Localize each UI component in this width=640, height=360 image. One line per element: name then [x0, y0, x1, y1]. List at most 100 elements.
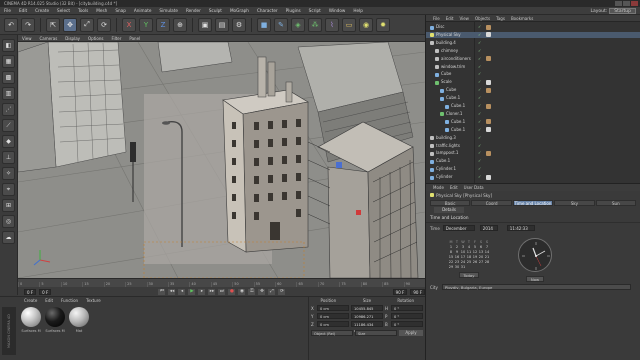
- end-frame-field[interactable]: 90 F: [392, 288, 408, 295]
- tab-sun[interactable]: Sun: [595, 199, 637, 206]
- timeline-ruler[interactable]: 0 5 10 15 20 25 30 35 40 45 50 55 60 65 70 75 80 85 90: [18, 278, 425, 287]
- menu-item-render[interactable]: Render: [182, 8, 205, 13]
- menu-item-simulate[interactable]: Simulate: [155, 8, 182, 13]
- menu-item-mograph[interactable]: MoGraph: [226, 8, 253, 13]
- array-icon[interactable]: ⁂: [308, 17, 322, 32]
- visibility-check-icon[interactable]: ✓: [478, 48, 481, 55]
- solo-icon[interactable]: ◎: [2, 215, 15, 228]
- layout-dropdown[interactable]: Startup: [609, 8, 636, 14]
- rotation-h-field[interactable]: 0 °: [391, 305, 423, 311]
- object-row[interactable]: building.4 ✓: [426, 40, 640, 47]
- object-row[interactable]: lamppost.1 ✓: [426, 150, 640, 157]
- menu-item-help[interactable]: Help: [349, 8, 367, 13]
- model-mode-icon[interactable]: ▦: [2, 55, 15, 68]
- render-view-icon[interactable]: ▣: [198, 17, 212, 32]
- visibility-check-icon[interactable]: ✓: [478, 150, 481, 157]
- menu-item-file[interactable]: File: [0, 8, 15, 13]
- viewport-menu-panel[interactable]: Panel: [125, 36, 144, 41]
- attribute-menu-edit[interactable]: Edit: [447, 185, 461, 190]
- visibility-check-icon[interactable]: ✓: [478, 166, 481, 173]
- size-mode-dropdown[interactable]: Size: [355, 330, 397, 336]
- material-tag-icon[interactable]: [486, 79, 491, 85]
- previous-key-icon[interactable]: ◂◂: [168, 288, 176, 295]
- material-tag-icon[interactable]: [486, 150, 491, 156]
- move-tool-icon[interactable]: ✥: [63, 17, 77, 32]
- object-row[interactable]: traffic.lights ✓: [426, 143, 640, 150]
- visibility-check-icon[interactable]: ✓: [478, 95, 481, 102]
- object-row[interactable]: building.3 ✓: [426, 135, 640, 142]
- menu-item-sculpt[interactable]: Sculpt: [205, 8, 226, 13]
- size-z-field[interactable]: 11186.434 cm: [351, 321, 383, 333]
- maximize-button[interactable]: [623, 1, 630, 6]
- minimize-button[interactable]: [615, 1, 622, 6]
- viewport-menu-display[interactable]: Display: [61, 36, 84, 41]
- rotate-tool-icon[interactable]: ⟳: [97, 17, 111, 32]
- position-key-icon[interactable]: ✥: [258, 288, 266, 295]
- sculpt-icon[interactable]: ☁: [2, 231, 15, 244]
- object-menu-file[interactable]: File: [430, 16, 443, 21]
- menu-item-animate[interactable]: Animate: [130, 8, 156, 13]
- position-x-field[interactable]: 0 cm: [317, 305, 349, 311]
- tab-details[interactable]: Details: [434, 206, 464, 213]
- coord-mode-dropdown[interactable]: Object (Rel): [311, 330, 353, 336]
- undo-icon[interactable]: ↶: [4, 17, 18, 32]
- visibility-check-icon[interactable]: ✓: [478, 40, 481, 47]
- menu-item-plugins[interactable]: Plugins: [282, 8, 305, 13]
- workplane-lock-icon[interactable]: ⊞: [2, 199, 15, 212]
- visibility-check-icon[interactable]: ✓: [478, 56, 481, 63]
- object-row[interactable]: Physical Sky ✓: [426, 31, 640, 39]
- object-row[interactable]: Cube ✓: [426, 87, 640, 94]
- snapping-icon[interactable]: ⌖: [2, 183, 15, 196]
- rotation-p-field[interactable]: 0 °: [391, 313, 423, 319]
- live-selection-icon[interactable]: ⇱: [46, 17, 60, 32]
- tab-sky[interactable]: Sky: [554, 199, 595, 206]
- nurbs-icon[interactable]: ◈: [291, 17, 305, 32]
- menu-item-script[interactable]: Script: [305, 8, 325, 13]
- object-row[interactable]: Cube.1 ✓: [426, 119, 640, 126]
- object-row[interactable]: airconditioners ✓: [426, 56, 640, 63]
- viewport-menu-options[interactable]: Options: [84, 36, 107, 41]
- material-menu-edit[interactable]: Edit: [41, 298, 57, 303]
- object-row[interactable]: Cylinder.1 ✓: [426, 166, 640, 173]
- object-row[interactable]: window.trim ✓: [426, 64, 640, 71]
- month-dropdown[interactable]: December: [442, 225, 475, 231]
- edges-mode-icon[interactable]: ⟋: [2, 119, 15, 132]
- next-frame-icon[interactable]: ▸: [198, 288, 206, 295]
- attribute-menu-mode[interactable]: Mode: [430, 185, 447, 190]
- light-icon[interactable]: ✹: [376, 17, 390, 32]
- menu-item-edit[interactable]: Edit: [15, 8, 31, 13]
- workplane-icon[interactable]: ▥: [2, 87, 15, 100]
- cube-primitive-icon[interactable]: ■: [257, 17, 271, 32]
- visibility-check-icon[interactable]: ✓: [478, 111, 481, 118]
- object-row[interactable]: chimney ✓: [426, 48, 640, 55]
- play-icon[interactable]: ▶: [188, 288, 196, 295]
- z-axis-icon[interactable]: Z: [156, 17, 170, 32]
- object-row[interactable]: Disc ✓: [426, 24, 640, 31]
- object-row[interactable]: Cube.1 ✓: [426, 127, 640, 134]
- visibility-check-icon[interactable]: ✓: [478, 71, 481, 78]
- material-swatch[interactable]: Mat: [68, 307, 90, 333]
- camera-icon[interactable]: ◉: [359, 17, 373, 32]
- now-button[interactable]: Now: [526, 276, 544, 282]
- render-picture-viewer-icon[interactable]: ▤: [215, 17, 229, 32]
- layout-selector[interactable]: Layout: Startup: [590, 8, 636, 14]
- object-menu-bookmarks[interactable]: Bookmarks: [508, 16, 536, 21]
- menu-item-window[interactable]: Window: [325, 8, 350, 13]
- visibility-check-icon[interactable]: ✓: [478, 103, 481, 110]
- material-tag-icon[interactable]: [486, 174, 491, 180]
- object-row[interactable]: Cube.1 ✓: [426, 95, 640, 102]
- previous-frame-icon[interactable]: ◂: [178, 288, 186, 295]
- polygons-mode-icon[interactable]: ◆: [2, 135, 15, 148]
- visibility-check-icon[interactable]: ✓: [478, 79, 481, 86]
- menu-item-character[interactable]: Character: [253, 8, 282, 13]
- tab-coord[interactable]: Coord: [471, 199, 512, 206]
- material-tag-icon[interactable]: [486, 56, 491, 62]
- viewport-menu-view[interactable]: View: [18, 36, 36, 41]
- object-row[interactable]: Cube.1 ✓: [426, 103, 640, 110]
- menu-item-mesh[interactable]: Mesh: [92, 8, 111, 13]
- object-row[interactable]: Cube ✓: [426, 71, 640, 78]
- position-y-field[interactable]: 0 cm: [317, 313, 349, 319]
- position-z-field[interactable]: 0 cm: [317, 321, 349, 327]
- analog-clock[interactable]: [518, 238, 552, 272]
- object-menu-view[interactable]: View: [456, 16, 472, 21]
